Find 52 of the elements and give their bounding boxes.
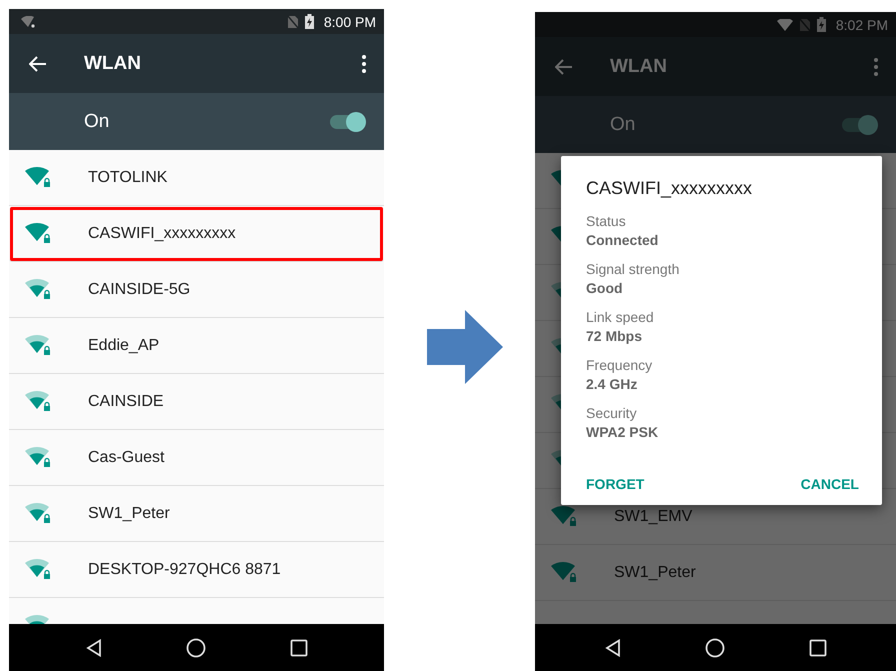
network-row[interactable]: CASWIFI_xxxxxxxxx (9, 206, 384, 262)
switch-label: On (610, 114, 636, 136)
recents-icon[interactable] (290, 638, 308, 656)
field-value: WPA2 PSK (586, 423, 660, 442)
battery-charging-icon (304, 14, 314, 29)
network-row[interactable]: SW1_Peter (9, 486, 384, 542)
status-time: 8:02 PM (836, 16, 888, 32)
field-label: Status (586, 212, 627, 231)
network-name: CASWIFI_xxxxxxxxx (88, 224, 236, 242)
field-label: Link speed (586, 308, 655, 327)
network-name: Eddie_AP (88, 336, 160, 354)
network-row[interactable]: SW1_Peter (535, 545, 896, 601)
home-icon[interactable] (186, 638, 206, 658)
network-row[interactable]: CAINSIDE (9, 374, 384, 430)
switch-label: On (84, 110, 110, 132)
field-value: 72 Mbps (586, 327, 644, 346)
overflow-menu-icon[interactable] (362, 54, 366, 72)
network-name: SW1_Peter (88, 504, 170, 522)
status-time: 8:00 PM (324, 14, 376, 30)
network-row[interactable]: Cas-Guest (9, 430, 384, 486)
network-row[interactable]: TOTOLINK (9, 150, 384, 206)
back-arrow-icon[interactable] (29, 56, 47, 72)
network-name: CAINSIDE-5G (88, 280, 190, 298)
field-label: Signal strength (586, 260, 680, 279)
field-value: 2.4 GHz (586, 375, 638, 394)
dialog-button[interactable]: CANCEL (800, 476, 859, 492)
network-name: TOTOLINK (88, 168, 168, 186)
field-value: Good (586, 279, 624, 298)
toggle-switch[interactable] (330, 114, 364, 128)
dialog-button[interactable]: FORGET (586, 476, 644, 492)
network-row[interactable]: Eddie_AP (9, 318, 384, 374)
network-name: SW1_Peter (614, 564, 696, 582)
network-name: SW1_EMV (614, 508, 692, 526)
home-icon[interactable] (704, 638, 724, 658)
network-name: DESKTOP-927QHC6 8871 (88, 560, 281, 578)
dialog-title: CASWIFI_xxxxxxxxx (586, 178, 754, 199)
field-label: Frequency (586, 356, 654, 375)
toggle-switch[interactable] (842, 118, 876, 132)
back-icon[interactable] (604, 638, 620, 656)
battery-charging-icon (816, 17, 826, 32)
field-label: Security (586, 404, 638, 423)
back-icon[interactable] (86, 638, 102, 656)
no-sim-icon (798, 18, 811, 32)
recents-icon[interactable] (808, 638, 826, 656)
no-sim-icon (286, 14, 299, 28)
screen-title: WLAN (610, 56, 668, 78)
screen-title: WLAN (84, 52, 142, 74)
network-row[interactable]: CAINSIDE-5G (9, 262, 384, 318)
network-row[interactable]: DESKTOP-927QHC6 8871 (9, 542, 384, 598)
field-value: Connected (586, 231, 660, 250)
network-name: CAINSIDE (88, 392, 164, 410)
network-name: Cas-Guest (88, 448, 164, 466)
